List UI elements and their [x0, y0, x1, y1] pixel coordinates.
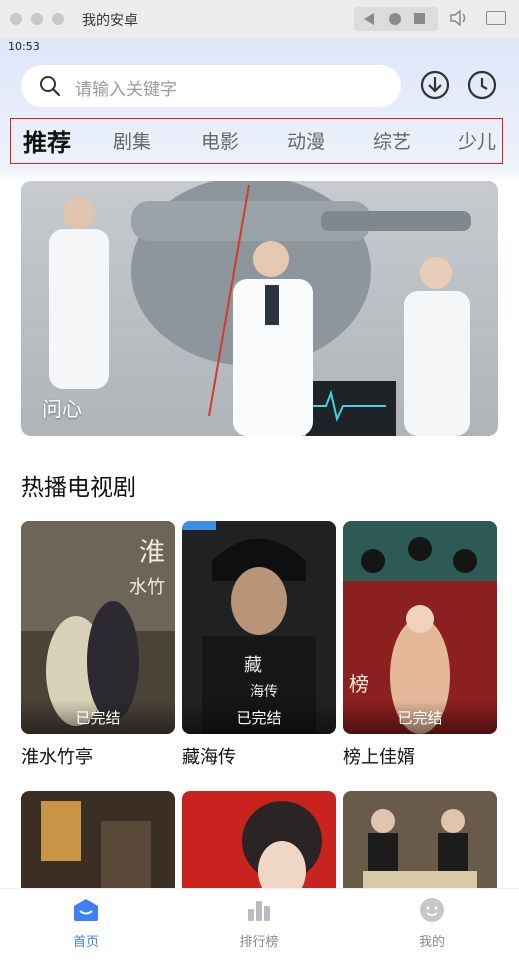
drama-card[interactable]: 淮 水竹 已完结 淮水竹亭 — [21, 521, 175, 769]
home-nav-icon[interactable] — [389, 13, 401, 25]
banner-title: 问心 — [42, 397, 82, 421]
nav-ranking-label: 排行榜 — [239, 935, 279, 950]
tab-recommend[interactable]: 推荐 — [23, 123, 71, 158]
bottom-nav: 首页 排行榜 我的 — [0, 888, 519, 960]
profile-icon — [420, 898, 444, 922]
download-icon[interactable] — [419, 69, 451, 101]
back-icon[interactable] — [364, 13, 374, 25]
svg-text:淮: 淮 — [139, 538, 165, 568]
ranking-icon — [248, 901, 270, 921]
card-title: 藏海传 — [182, 747, 236, 768]
poster-image: 藏 海传 已完结 — [182, 521, 336, 734]
status-badge: 已完结 — [75, 709, 121, 727]
volume-icon[interactable] — [449, 9, 469, 27]
status-time: 10:53 — [8, 40, 40, 53]
nav-profile[interactable]: 我的 — [372, 897, 492, 950]
svg-text:榜: 榜 — [349, 672, 369, 696]
tab-anime[interactable]: 动漫 — [287, 127, 325, 154]
history-icon[interactable] — [466, 69, 498, 101]
section-title: 热播电视剧 — [21, 475, 136, 501]
window-title: 我的安卓 — [82, 13, 138, 29]
tab-variety[interactable]: 综艺 — [373, 127, 411, 154]
recents-icon[interactable] — [414, 13, 425, 24]
featured-banner[interactable]: 问心 — [21, 181, 498, 436]
window-titlebar: 我的安卓 — [0, 0, 519, 39]
banner-image — [21, 181, 498, 436]
svg-text:藏: 藏 — [244, 655, 262, 676]
svg-text:水竹: 水竹 — [129, 577, 165, 598]
android-nav-controls — [354, 7, 438, 31]
card-title: 榜上佳婿 — [343, 747, 415, 768]
status-badge: 已完结 — [397, 709, 443, 727]
nav-home[interactable]: 首页 — [26, 897, 146, 950]
category-tabs: 推荐 剧集 电影 动漫 综艺 少儿 — [10, 118, 503, 164]
drama-card[interactable]: 藏 海传 已完结 藏海传 — [182, 521, 336, 769]
nav-home-label: 首页 — [72, 935, 99, 950]
poster-image: 淮 水竹 已完结 — [21, 521, 175, 734]
nav-ranking[interactable]: 排行榜 — [199, 897, 319, 950]
tab-series[interactable]: 剧集 — [113, 127, 151, 154]
maximize-window-button[interactable] — [52, 13, 64, 25]
home-icon — [74, 899, 98, 921]
status-badge: 已完结 — [236, 709, 282, 727]
svg-text:海传: 海传 — [250, 684, 278, 700]
search-input[interactable]: 请输入关键字 — [75, 75, 177, 100]
keyboard-icon[interactable] — [486, 11, 506, 25]
close-window-button[interactable] — [10, 13, 22, 25]
search-icon — [40, 76, 61, 97]
poster-image: 榜 已完结 — [343, 521, 497, 734]
nav-profile-label: 我的 — [418, 935, 445, 950]
drama-card[interactable]: 榜 已完结 榜上佳婿 — [343, 521, 497, 769]
minimize-window-button[interactable] — [31, 13, 43, 25]
app-screen: 10:53 请输入关键字 推荐 剧集 电影 动漫 综艺 少儿 问心 热播电视剧 … — [0, 38, 519, 960]
card-title: 淮水竹亭 — [21, 747, 93, 768]
tab-kids[interactable]: 少儿 — [458, 127, 496, 154]
search-bar[interactable]: 请输入关键字 — [21, 65, 401, 107]
tab-movies[interactable]: 电影 — [201, 127, 239, 154]
